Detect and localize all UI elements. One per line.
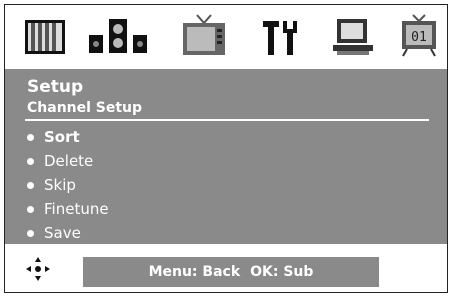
menu-back-hint: Menu: Back	[148, 264, 241, 280]
key-hint-bar: Menu: Back OK: Sub	[83, 257, 379, 287]
icon-bar: 01	[5, 5, 447, 69]
menu-item-label: Sort	[44, 128, 80, 146]
bullet-icon	[27, 157, 34, 165]
channel-number: 01	[411, 30, 427, 45]
setup-panel: Setup Channel Setup Sort Delete Skip Fin…	[5, 69, 447, 244]
menu-item-delete[interactable]: Delete	[27, 149, 109, 173]
bullet-icon	[27, 133, 34, 141]
footer-bar: Menu: Back OK: Sub	[5, 244, 447, 292]
menu-item-finetune[interactable]: Finetune	[27, 197, 109, 221]
menu-item-label: Delete	[44, 152, 94, 170]
bullet-icon	[27, 181, 34, 189]
panel-title: Setup	[27, 77, 84, 97]
tools-icon[interactable]	[261, 17, 301, 57]
bullet-icon	[27, 205, 34, 213]
sound-icon[interactable]	[89, 17, 159, 57]
menu-item-sort[interactable]: Sort	[27, 125, 109, 149]
picture-icon[interactable]	[23, 17, 67, 57]
tv-icon[interactable]	[181, 13, 227, 57]
navigation-arrows-icon	[25, 256, 51, 282]
osd-window: 01 Setup Channel Setup Sort Delete Skip	[4, 4, 448, 293]
computer-icon[interactable]	[331, 17, 375, 57]
menu-item-save[interactable]: Save	[27, 221, 109, 245]
panel-subtitle: Channel Setup	[27, 100, 143, 116]
ok-sub-hint: OK: Sub	[250, 264, 314, 280]
channel-icon[interactable]: 01	[399, 13, 439, 57]
setup-menu: Sort Delete Skip Finetune Save	[27, 125, 109, 245]
menu-item-label: Finetune	[44, 200, 109, 218]
divider	[25, 119, 429, 121]
bullet-icon	[27, 229, 34, 237]
menu-item-label: Skip	[44, 176, 76, 194]
menu-item-label: Save	[44, 224, 81, 242]
menu-item-skip[interactable]: Skip	[27, 173, 109, 197]
